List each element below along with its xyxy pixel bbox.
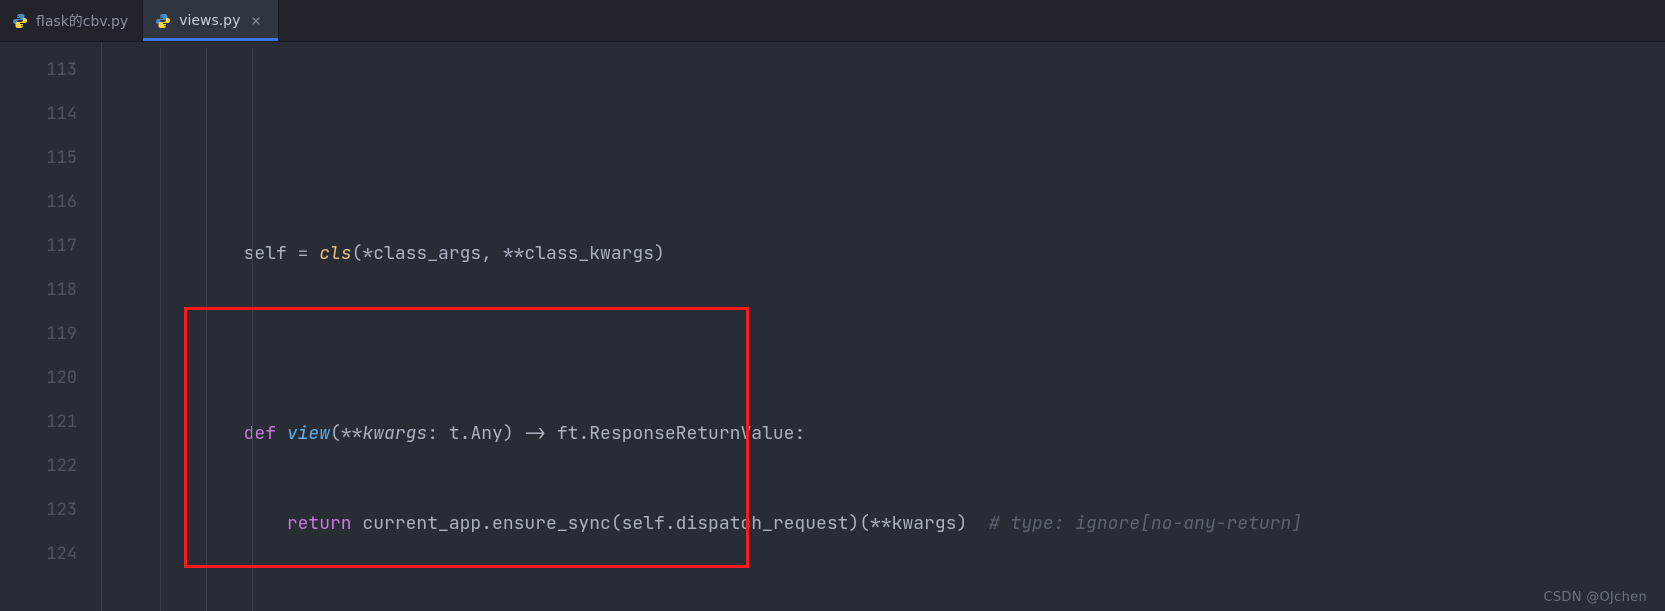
code-editor[interactable]: 113 114 115 116 117 118 119 120 121 122 … <box>0 42 1665 611</box>
python-icon <box>12 13 28 29</box>
line-number: 124 <box>0 532 77 576</box>
highlight-box <box>184 307 749 568</box>
gutter: 113 114 115 116 117 118 119 120 121 122 … <box>0 42 102 611</box>
line-number: 115 <box>0 136 77 180</box>
line-number: 120 <box>0 356 77 400</box>
line-number: 118 <box>0 268 77 312</box>
tab-flask-cbv[interactable]: flask的cbv.py <box>0 0 143 41</box>
code-line: self = cls(*class_args, **class_kwargs) <box>102 232 1665 276</box>
indent-guide <box>160 48 161 611</box>
code-line <box>102 592 1665 611</box>
tab-label: flask的cbv.py <box>36 11 128 31</box>
line-number: 114 <box>0 92 77 136</box>
close-icon[interactable] <box>248 13 264 29</box>
line-number: 123 <box>0 488 77 532</box>
line-number: 119 <box>0 312 77 356</box>
tab-bar: flask的cbv.py views.py <box>0 0 1665 42</box>
python-icon <box>155 13 171 29</box>
line-number: 116 <box>0 180 77 224</box>
line-number: 117 <box>0 224 77 268</box>
watermark: CSDN @OJchen <box>1544 590 1648 605</box>
line-number: 122 <box>0 444 77 488</box>
tab-label: views.py <box>179 13 240 29</box>
line-number: 121 <box>0 400 77 444</box>
line-number: 113 <box>0 48 77 92</box>
tab-views[interactable]: views.py <box>143 0 279 41</box>
